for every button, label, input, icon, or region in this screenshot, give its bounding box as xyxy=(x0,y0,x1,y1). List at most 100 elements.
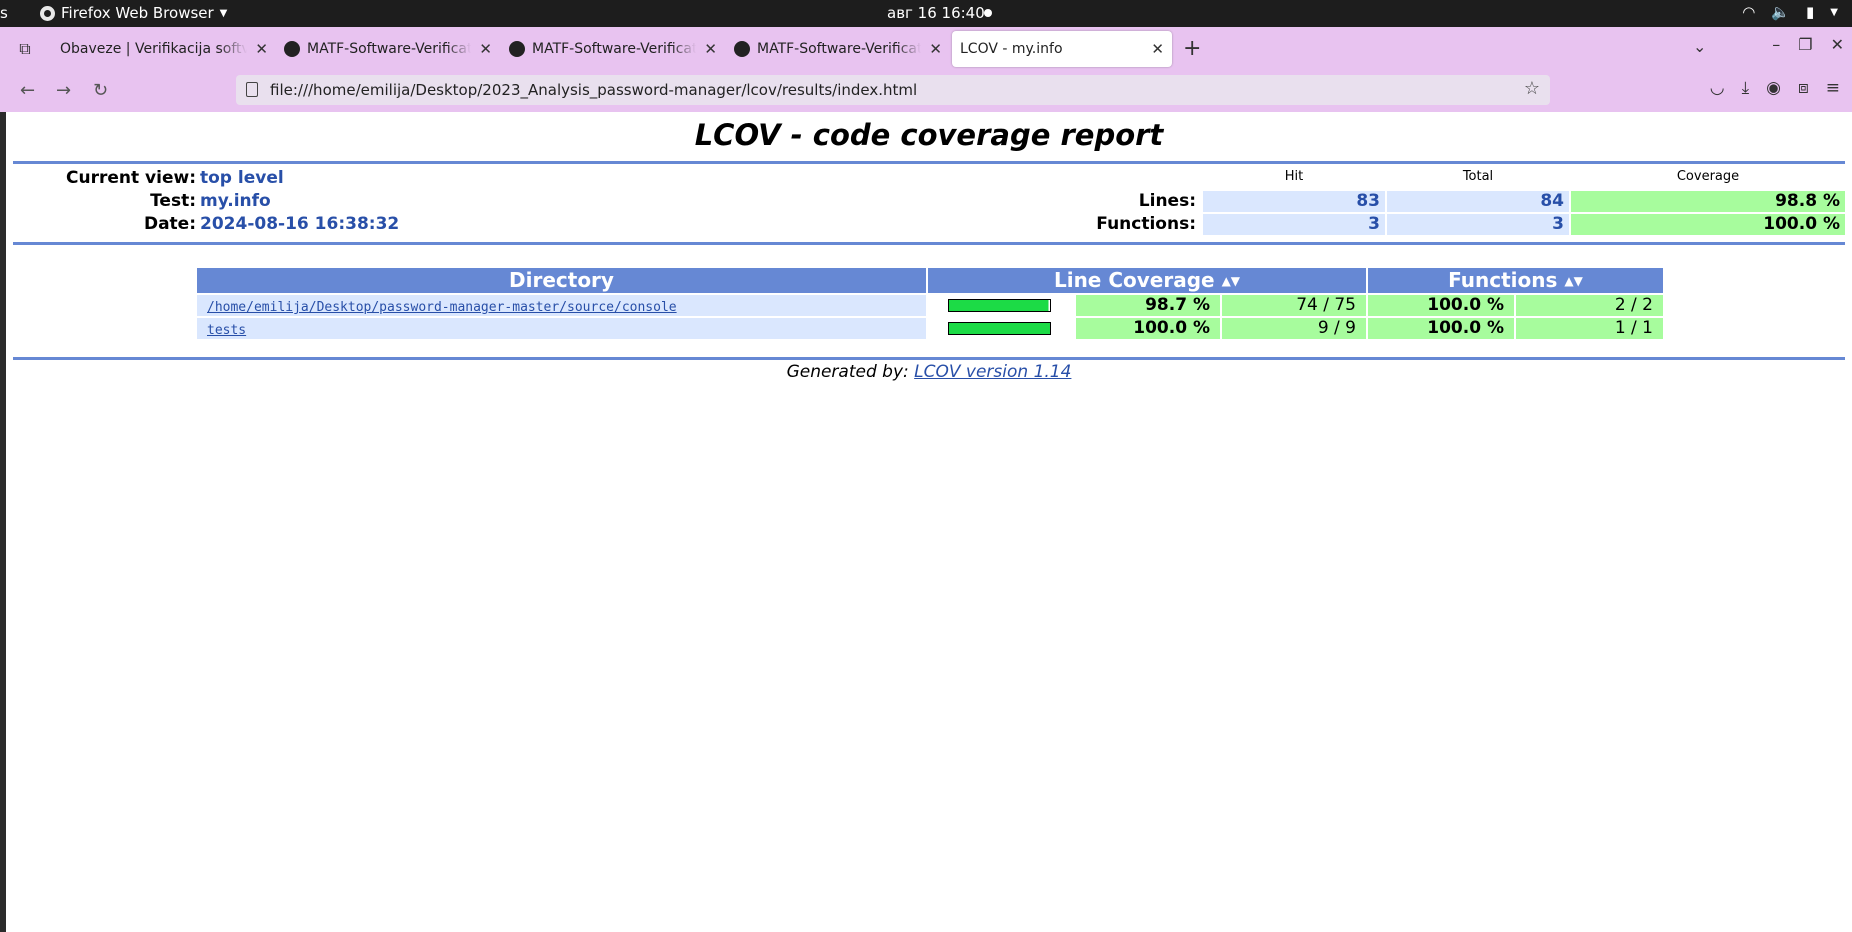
app-menu[interactable]: Firefox Web Browser ▼ xyxy=(40,4,227,22)
line-coverage-pct: 98.7 % xyxy=(1076,295,1220,316)
reload-icon[interactable]: ↻ xyxy=(93,80,108,101)
close-icon[interactable]: ✕ xyxy=(255,40,268,58)
lcov-version-link[interactable]: LCOV version 1.14 xyxy=(914,362,1071,382)
coverage-bar xyxy=(948,299,1051,312)
close-icon[interactable]: ✕ xyxy=(704,40,717,58)
firefox-icon xyxy=(40,5,55,21)
account-icon[interactable]: ◉ xyxy=(1766,78,1781,98)
page-icon xyxy=(246,82,258,97)
window-controls: – ❐ ✕ xyxy=(1772,35,1844,54)
functions-header-label: Functions xyxy=(1448,268,1558,292)
tab-title: MATF-Software-Verification xyxy=(757,41,922,57)
coverage-header: Coverage xyxy=(1676,169,1740,184)
system-top-bar: s Firefox Web Browser ▼ авг 16 16:40 ◠ 🔈… xyxy=(0,0,1852,27)
page-content: LCOV - code coverage report Current view… xyxy=(6,112,1852,932)
toolbar-icons: ◡ ⤓ ◉ ⧈ ≡ xyxy=(1710,78,1840,98)
line-coverage-frac: 9 / 9 xyxy=(1222,318,1366,339)
sort-icon[interactable]: ▲▼ xyxy=(1564,274,1582,288)
footer-prefix: Generated by: xyxy=(786,362,909,382)
clock[interactable]: авг 16 16:40 xyxy=(887,4,985,22)
test-label: Test: xyxy=(150,191,196,211)
new-tab-icon[interactable]: + xyxy=(1183,36,1201,61)
divider xyxy=(13,242,1845,245)
lines-total: 84 xyxy=(1387,191,1569,212)
sort-icon[interactable]: ▲▼ xyxy=(1222,274,1240,288)
lines-hit: 83 xyxy=(1203,191,1385,212)
menu-icon[interactable]: ≡ xyxy=(1826,78,1840,98)
tab-lcov[interactable]: LCOV - my.info ✕ xyxy=(952,31,1172,67)
close-icon[interactable]: ✕ xyxy=(479,40,492,58)
tab-title: Obaveze | Verifikacija softvera xyxy=(60,41,248,57)
current-view-value: top level xyxy=(200,168,284,188)
tab-title: MATF-Software-Verification xyxy=(532,41,697,57)
hit-header: Hit xyxy=(1284,169,1304,184)
github-icon xyxy=(509,41,525,57)
tab-matf-2[interactable]: MATF-Software-Verification ✕ xyxy=(501,31,725,67)
url-text[interactable]: file:///home/emilija/Desktop/2023_Analys… xyxy=(270,81,917,99)
browser-chrome: ⧉ Obaveze | Verifikacija softvera ✕ MATF… xyxy=(0,27,1852,112)
caret-down-icon: ▼ xyxy=(219,7,228,19)
back-icon[interactable]: ← xyxy=(20,80,35,101)
chevron-down-icon[interactable]: ⌄ xyxy=(1693,37,1706,56)
current-view-label: Current view: xyxy=(66,168,196,188)
function-coverage-frac: 1 / 1 xyxy=(1516,318,1663,339)
close-window-icon[interactable]: ✕ xyxy=(1831,35,1844,54)
test-value: my.info xyxy=(200,191,271,211)
line-coverage-pct: 100.0 % xyxy=(1076,318,1220,339)
app-name: Firefox Web Browser xyxy=(61,4,214,22)
functions-label: Functions: xyxy=(1096,214,1196,234)
close-icon[interactable]: ✕ xyxy=(1151,40,1164,58)
functions-coverage: 100.0 % xyxy=(1571,214,1845,235)
downloads-icon[interactable]: ⤓ xyxy=(1742,78,1750,98)
tab-strip: ⧉ Obaveze | Verifikacija softvera ✕ MATF… xyxy=(0,27,1852,71)
extensions-icon[interactable]: ⧈ xyxy=(1798,78,1809,98)
coverage-bar-cell xyxy=(928,318,1074,339)
tab-title: MATF-Software-Verification xyxy=(307,41,472,57)
github-icon xyxy=(734,41,750,57)
firefox-view-icon[interactable]: ⧉ xyxy=(12,38,38,60)
functions-header[interactable]: Functions ▲▼ xyxy=(1368,268,1663,293)
directory-link[interactable]: /home/emilija/Desktop/password-manager-m… xyxy=(207,300,677,315)
function-coverage-frac: 2 / 2 xyxy=(1516,295,1663,316)
directory-link[interactable]: tests xyxy=(207,323,246,338)
divider xyxy=(13,161,1845,164)
wifi-icon: ◠ xyxy=(1742,3,1756,21)
line-coverage-frac: 74 / 75 xyxy=(1222,295,1366,316)
lines-coverage: 98.8 % xyxy=(1571,191,1845,212)
notification-dot xyxy=(984,9,992,17)
volume-icon: 🔈 xyxy=(1771,3,1791,21)
pocket-icon[interactable]: ◡ xyxy=(1710,78,1725,98)
divider xyxy=(13,357,1845,360)
tab-title: LCOV - my.info xyxy=(960,41,1063,57)
tab-matf-3[interactable]: MATF-Software-Verification ✕ xyxy=(726,31,950,67)
caret-down-icon: ▼ xyxy=(1830,6,1838,18)
footer: Generated by: LCOV version 1.14 xyxy=(6,362,1852,382)
coverage-bar-cell xyxy=(928,295,1074,316)
date-label: Date: xyxy=(143,214,196,234)
forward-icon[interactable]: → xyxy=(56,80,71,101)
close-icon[interactable]: ✕ xyxy=(929,40,942,58)
battery-icon: ▮ xyxy=(1806,3,1815,21)
nav-bar: ← → ↻ file:///home/emilija/Desktop/2023_… xyxy=(0,71,1852,112)
github-icon xyxy=(284,41,300,57)
tab-obaveze[interactable]: Obaveze | Verifikacija softvera ✕ xyxy=(52,31,276,67)
restore-icon[interactable]: ❐ xyxy=(1798,35,1812,54)
tab-matf-1[interactable]: MATF-Software-Verification ✕ xyxy=(276,31,500,67)
page-title: LCOV - code coverage report xyxy=(694,118,1164,152)
line-coverage-header-label: Line Coverage xyxy=(1053,268,1215,292)
function-coverage-pct: 100.0 % xyxy=(1368,318,1514,339)
address-bar[interactable]: file:///home/emilija/Desktop/2023_Analys… xyxy=(236,75,1550,105)
lines-label: Lines: xyxy=(1138,191,1196,211)
minimize-icon[interactable]: – xyxy=(1772,35,1780,54)
function-coverage-pct: 100.0 % xyxy=(1368,295,1514,316)
coverage-bar xyxy=(948,322,1051,335)
date-value: 2024-08-16 16:38:32 xyxy=(200,214,400,234)
table-row-dir: /home/emilija/Desktop/password-manager-m… xyxy=(197,295,926,316)
system-tray[interactable]: ◠ 🔈 ▮ ▼ xyxy=(1742,3,1838,21)
activities-fragment[interactable]: s xyxy=(0,4,8,22)
bookmark-star-icon[interactable]: ☆ xyxy=(1524,78,1540,99)
directory-header[interactable]: Directory xyxy=(197,268,926,293)
line-coverage-header[interactable]: Line Coverage ▲▼ xyxy=(928,268,1366,293)
table-row-dir: tests xyxy=(197,318,926,339)
directory-header-label: Directory xyxy=(509,268,614,292)
